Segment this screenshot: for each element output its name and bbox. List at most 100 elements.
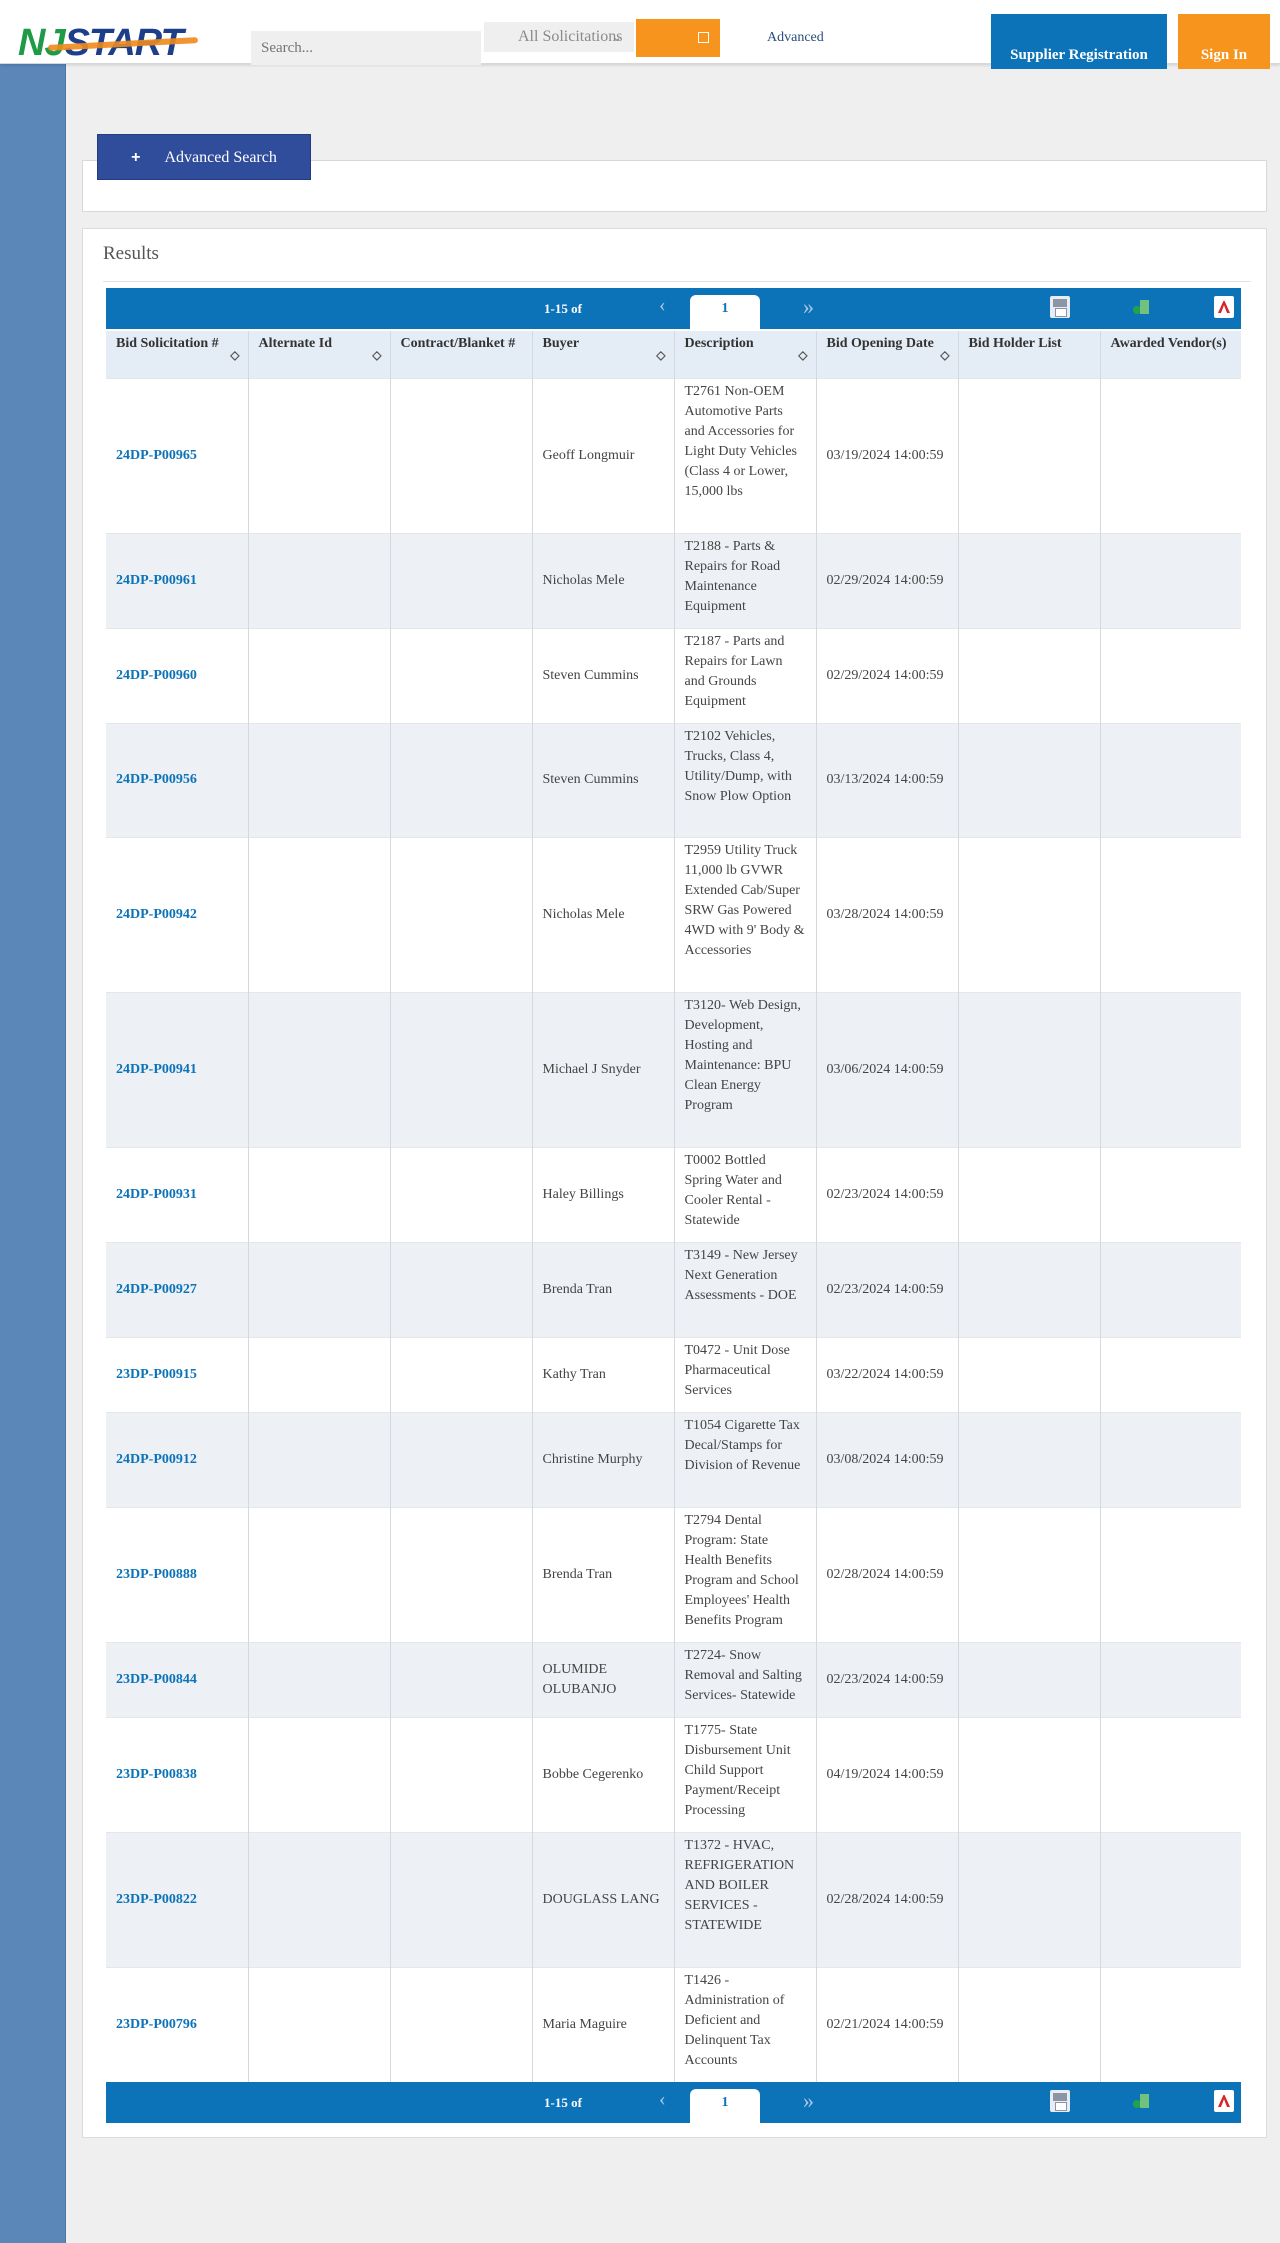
bid-opening-date-cell: 02/28/2024 14:00:59 [816,1831,959,1967]
scope-select-value: All Solicitations [518,28,623,45]
bid-opening-date-cell: 02/21/2024 14:00:59 [816,1966,959,2082]
column-header-contract-blanket[interactable]: Contract/Blanket # [390,331,533,378]
bid-opening-date-cell: 03/22/2024 14:00:59 [816,1336,959,1412]
search-input[interactable] [251,31,481,65]
pdf-export-icon[interactable] [1214,296,1234,318]
description-cell: T3120- Web Design, Development, Hosting … [674,991,817,1147]
alternate-id-cell [248,532,391,628]
sort-icon[interactable]: ◇ [798,345,807,365]
previous-page-icon[interactable]: ‹ [659,2088,666,2111]
description-cell: T2188 - Parts & Repairs for Road Mainten… [674,532,817,628]
bid-opening-date-cell: 02/23/2024 14:00:59 [816,1641,959,1717]
bid-holder-list-cell [958,836,1101,992]
bid-solicitation-link[interactable]: 23DP-P00838 [116,1767,197,1782]
contract-cell [390,722,533,837]
bid-solicitation-link[interactable]: 23DP-P00915 [116,1367,197,1382]
buyer-cell: Haley Billings [532,1146,675,1242]
current-page-tab[interactable]: 1 [690,2089,760,2123]
awarded-vendor-cell [1100,836,1241,992]
column-header-description[interactable]: Description ◇ [674,331,817,378]
bid-holder-list-cell [958,991,1101,1147]
table-row: 24DP-P00931 Haley Billings T0002 Bottled… [106,1146,1241,1242]
bid-solicitation-link[interactable]: 24DP-P00931 [116,1187,197,1202]
sort-icon[interactable]: ◇ [230,345,239,365]
contract-cell [390,1831,533,1967]
buyer-cell: Maria Maguire [532,1966,675,2082]
alternate-id-cell [248,722,391,837]
bid-opening-date-cell: 02/29/2024 14:00:59 [816,532,959,628]
buyer-cell: Nicholas Mele [532,532,675,628]
bid-solicitation-link[interactable]: 24DP-P00941 [116,1062,197,1077]
description-cell: T1372 - HVAC, REFRIGERATION AND BOILER S… [674,1831,817,1967]
current-page-tab[interactable]: 1 [690,295,760,329]
print-icon[interactable] [1050,296,1070,318]
column-header-bid-solicitation[interactable]: Bid Solicitation # ◇ [106,331,249,378]
column-header-label: Bid Opening Date [826,336,934,351]
description-cell: T1426 - Administration of Deficient and … [674,1966,817,2082]
supplier-registration-button[interactable]: Supplier Registration [991,14,1167,69]
contract-cell [390,1641,533,1717]
bid-solicitation-link[interactable]: 24DP-P00942 [116,907,197,922]
sort-icon[interactable]: ◇ [372,345,381,365]
awarded-vendor-cell [1100,991,1241,1147]
column-header-label: Bid Holder List [968,336,1062,351]
pager-range-label: 1-15 of [544,2095,582,2110]
bid-opening-date-cell: 02/29/2024 14:00:59 [816,627,959,723]
description-cell: T0472 - Unit Dose Pharmaceutical Service… [674,1336,817,1412]
table-row: 24DP-P00960 Steven Cummins T2187 - Parts… [106,627,1241,723]
table-row: 24DP-P00956 Steven Cummins T2102 Vehicle… [106,722,1241,837]
table-row: 23DP-P00844 OLUMIDE OLUBANJO T2724- Snow… [106,1641,1241,1717]
table-row: 24DP-P00927 Brenda Tran T3149 - New Jers… [106,1241,1241,1337]
bid-holder-list-cell [958,1506,1101,1642]
search-submit-button[interactable] [636,19,720,57]
sign-in-button[interactable]: Sign In [1178,14,1270,69]
column-header-awarded-vendors: Awarded Vendor(s) [1100,331,1241,378]
advanced-search-button[interactable]: + Advanced Search [97,134,311,180]
alternate-id-cell [248,1241,391,1337]
bid-solicitation-link[interactable]: 23DP-P00888 [116,1567,197,1582]
previous-page-icon[interactable]: ‹ [659,294,666,317]
footer-anchor[interactable] [82,2150,83,2151]
column-header-alternate-id[interactable]: Alternate Id ◇ [248,331,391,378]
bid-solicitation-link[interactable]: 23DP-P00796 [116,2017,197,2032]
bid-holder-list-cell [958,1146,1101,1242]
bid-solicitation-link[interactable]: 24DP-P00961 [116,573,197,588]
bid-opening-date-cell: 03/06/2024 14:00:59 [816,991,959,1147]
sort-icon[interactable]: ◇ [940,345,949,365]
search-scope-select[interactable]: All Solicitations ⌄ [484,22,634,52]
alternate-id-cell [248,1146,391,1242]
awarded-vendor-cell [1100,722,1241,837]
contract-cell [390,1411,533,1507]
bid-solicitation-link[interactable]: 24DP-P00912 [116,1452,197,1467]
bid-solicitation-link[interactable]: 24DP-P00960 [116,668,197,683]
table-row: 23DP-P00796 Maria Maguire T1426 - Admini… [106,1966,1241,2082]
next-page-icon[interactable]: » [803,2088,814,2114]
alternate-id-cell [248,1716,391,1832]
bid-solicitation-link[interactable]: 24DP-P00956 [116,772,197,787]
sort-icon[interactable]: ◇ [656,345,665,365]
bid-solicitation-link[interactable]: 23DP-P00822 [116,1892,197,1907]
awarded-vendor-cell [1100,532,1241,628]
alternate-id-cell [248,1966,391,2082]
njstart-logo[interactable]: NJSTART [18,20,199,66]
awarded-vendor-cell [1100,1506,1241,1642]
alternate-id-cell [248,1506,391,1642]
advanced-search-link[interactable]: Advanced [767,30,824,46]
bid-solicitation-link[interactable]: 24DP-P00927 [116,1282,197,1297]
column-header-buyer[interactable]: Buyer ◇ [532,331,675,378]
bid-opening-date-cell: 03/08/2024 14:00:59 [816,1411,959,1507]
pdf-export-icon[interactable] [1214,2090,1234,2112]
next-page-icon[interactable]: » [803,294,814,320]
excel-export-icon[interactable] [1131,296,1151,318]
column-header-label: Description [684,336,754,351]
buyer-cell: OLUMIDE OLUBANJO [532,1641,675,1717]
buyer-cell: Steven Cummins [532,722,675,837]
print-icon[interactable] [1050,2090,1070,2112]
bid-holder-list-cell [958,1716,1101,1832]
column-header-bid-opening-date[interactable]: Bid Opening Date ◇ [816,331,959,378]
bid-solicitation-link[interactable]: 24DP-P00965 [116,448,197,463]
bid-solicitation-link[interactable]: 23DP-P00844 [116,1672,197,1687]
alternate-id-cell [248,1411,391,1507]
table-row: 23DP-P00822 DOUGLASS LANG T1372 - HVAC, … [106,1831,1241,1967]
excel-export-icon[interactable] [1131,2090,1151,2112]
